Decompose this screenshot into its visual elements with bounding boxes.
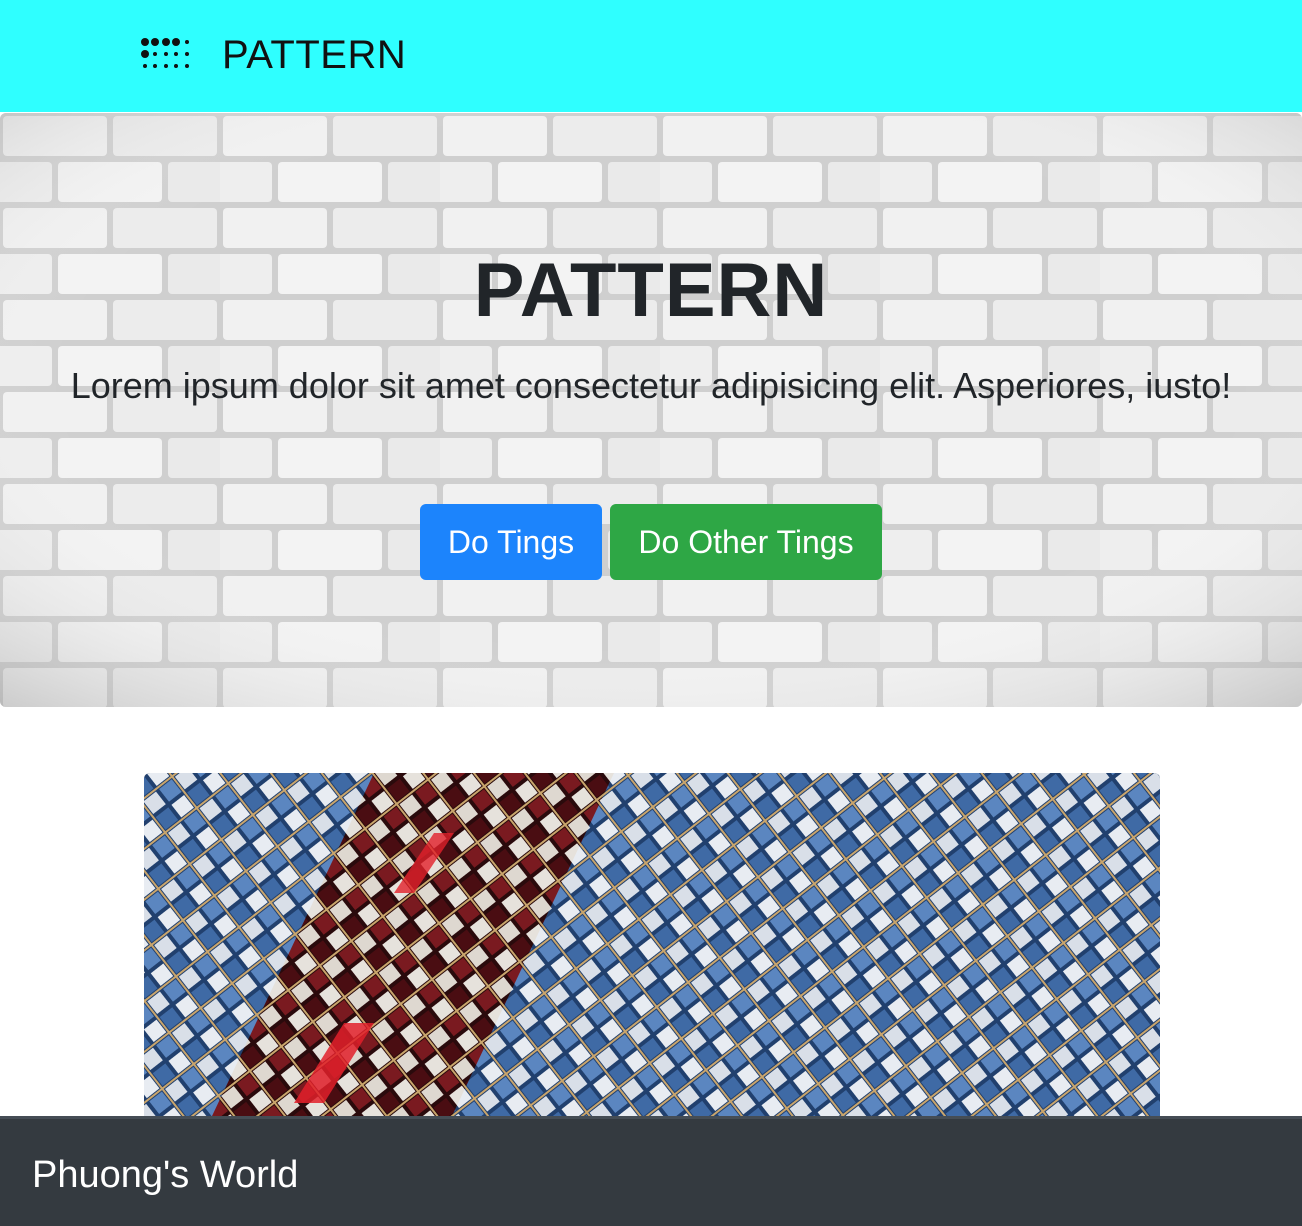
do-tings-button[interactable]: Do Tings bbox=[420, 504, 602, 580]
navbar-brand-link[interactable]: PATTERN bbox=[140, 30, 406, 80]
page: PATTERN PATTERN Lorem ipsum dolor sit am… bbox=[0, 0, 1302, 1226]
navbar: PATTERN bbox=[0, 0, 1302, 112]
braille-dots-icon bbox=[141, 38, 189, 68]
hero-lead-text: Lorem ipsum dolor sit amet consectetur a… bbox=[70, 365, 1232, 406]
footer: Phuong's World bbox=[0, 1116, 1302, 1226]
building-facade-image bbox=[144, 773, 1160, 1133]
hero-title: PATTERN bbox=[473, 248, 829, 333]
hero-content: PATTERN Lorem ipsum dolor sit amet conse… bbox=[0, 113, 1302, 707]
building-facade-graphic bbox=[144, 773, 1160, 1133]
footer-text: Phuong's World bbox=[32, 1154, 299, 1196]
hero-jumbotron: PATTERN Lorem ipsum dolor sit amet conse… bbox=[0, 113, 1302, 707]
navbar-brand-text: PATTERN bbox=[222, 33, 407, 77]
do-other-tings-button[interactable]: Do Other Tings bbox=[610, 504, 882, 580]
hero-button-group: Do Tings Do Other Tings bbox=[0, 504, 1302, 580]
